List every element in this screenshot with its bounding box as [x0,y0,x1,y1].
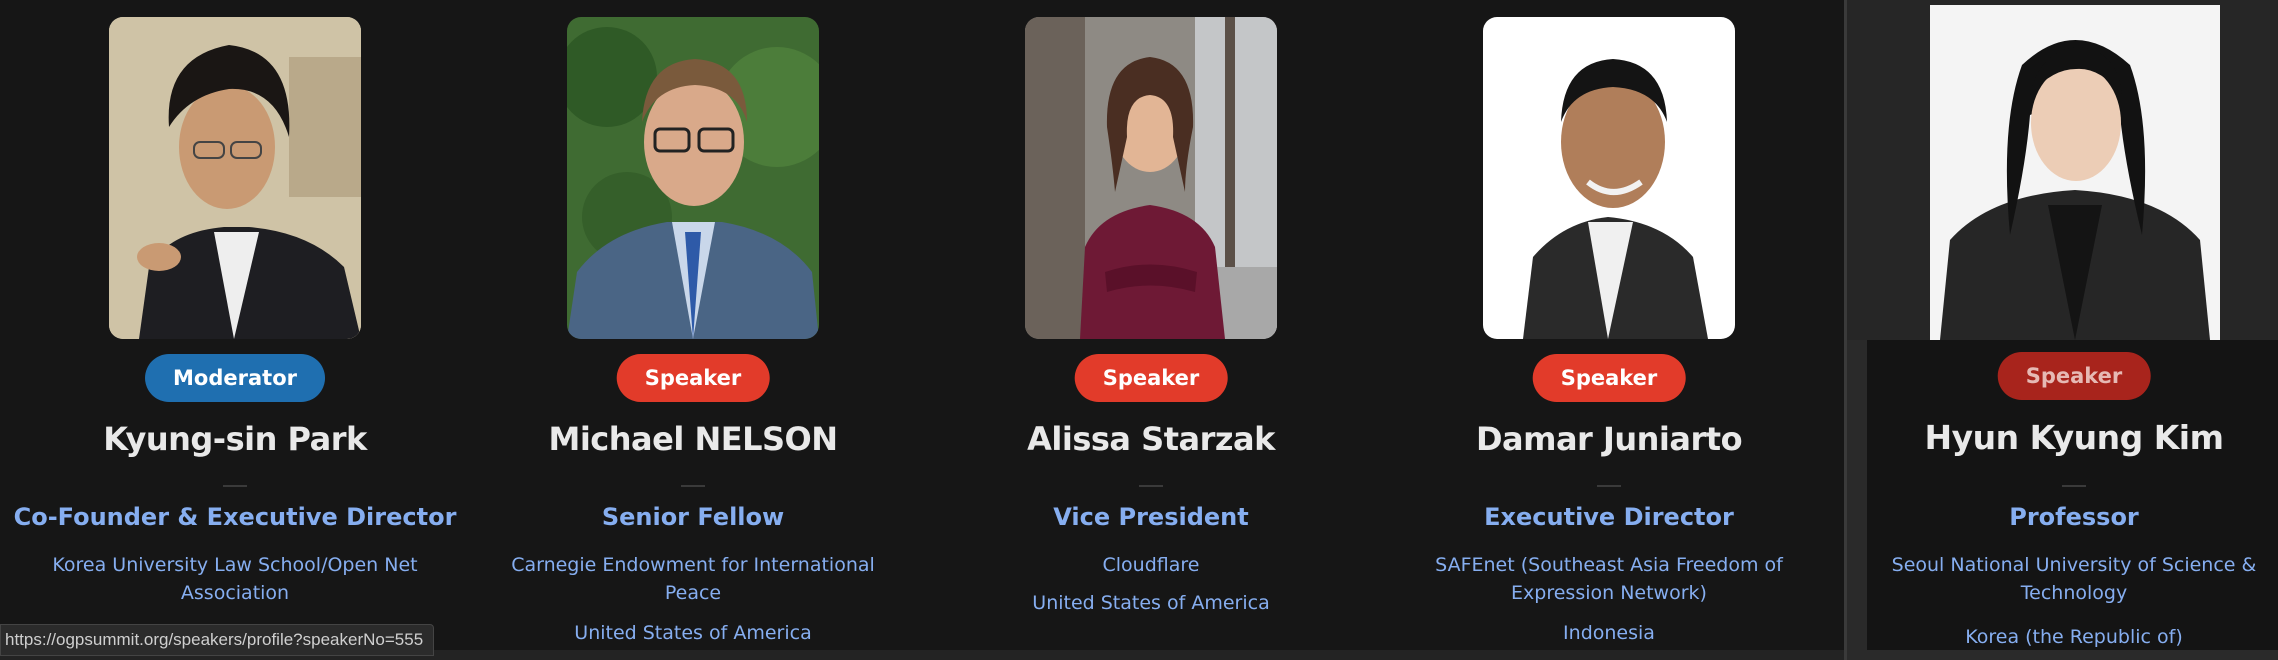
speaker-title: Professor [2009,503,2139,531]
speaker-card[interactable]: Moderator Kyung-sin Park Co-Founder & Ex… [6,0,464,660]
speaker-card[interactable]: Speaker Alissa Starzak Vice President Cl… [922,0,1380,660]
speaker-country: United States of America [574,622,812,644]
speaker-organization: SAFEnet (Southeast Asia Freedom of Expre… [1435,554,1783,604]
speaker-organization: Carnegie Endowment for International Pea… [511,554,875,604]
overlay-window[interactable]: Speaker Hyun Kyung Kim Professor Seoul N… [1844,0,2278,660]
overlay-bottom-edge [1847,650,2278,660]
speaker-name[interactable]: Michael NELSON [464,420,922,458]
speaker-photo[interactable] [1483,17,1735,339]
speaker-badge: Speaker [1997,352,2151,400]
speaker-name[interactable]: Damar Juniarto [1380,420,1838,458]
speaker-photo[interactable] [1930,5,2220,340]
moderator-badge: Moderator [145,354,325,402]
speaker-photo[interactable] [567,17,819,339]
divider [1139,485,1163,487]
speaker-card[interactable]: Speaker Hyun Kyung Kim Professor Seoul N… [1867,340,2278,650]
divider [681,485,705,487]
divider [223,485,247,487]
speaker-organization: Korea University Law School/Open Net Ass… [52,554,418,604]
link-status-bar: https://ogpsummit.org/speakers/profile?s… [0,624,435,656]
speaker-country: United States of America [1032,592,1270,614]
speaker-badge: Speaker [1074,354,1228,402]
speaker-badge: Speaker [1532,354,1686,402]
speaker-country: Indonesia [1563,622,1655,644]
speaker-grid: Moderator Kyung-sin Park Co-Founder & Ex… [0,0,1844,660]
speaker-organization: Seoul National University of Science & T… [1891,554,2257,604]
speaker-country: Korea (the Republic of) [1965,626,2183,648]
speaker-photo[interactable] [109,17,361,339]
speaker-card[interactable]: Speaker Damar Juniarto Executive Directo… [1380,0,1838,660]
speaker-title: Executive Director [1484,503,1734,531]
speaker-card[interactable]: Speaker Michael NELSON Senior Fellow Car… [464,0,922,660]
speaker-badge: Speaker [616,354,770,402]
speaker-organization: Cloudflare [1102,554,1200,576]
speaker-name[interactable]: Hyun Kyung Kim [1867,418,2278,457]
divider [1597,485,1621,487]
speaker-title: Senior Fellow [601,503,785,531]
speaker-photo[interactable] [1025,17,1277,339]
speaker-title: Co-Founder & Executive Director [13,503,457,531]
divider [2062,485,2086,487]
speaker-title: Vice President [1053,503,1249,531]
speaker-name[interactable]: Alissa Starzak [922,420,1380,458]
speaker-name[interactable]: Kyung-sin Park [6,420,464,458]
screen: Moderator Kyung-sin Park Co-Founder & Ex… [0,0,2278,660]
